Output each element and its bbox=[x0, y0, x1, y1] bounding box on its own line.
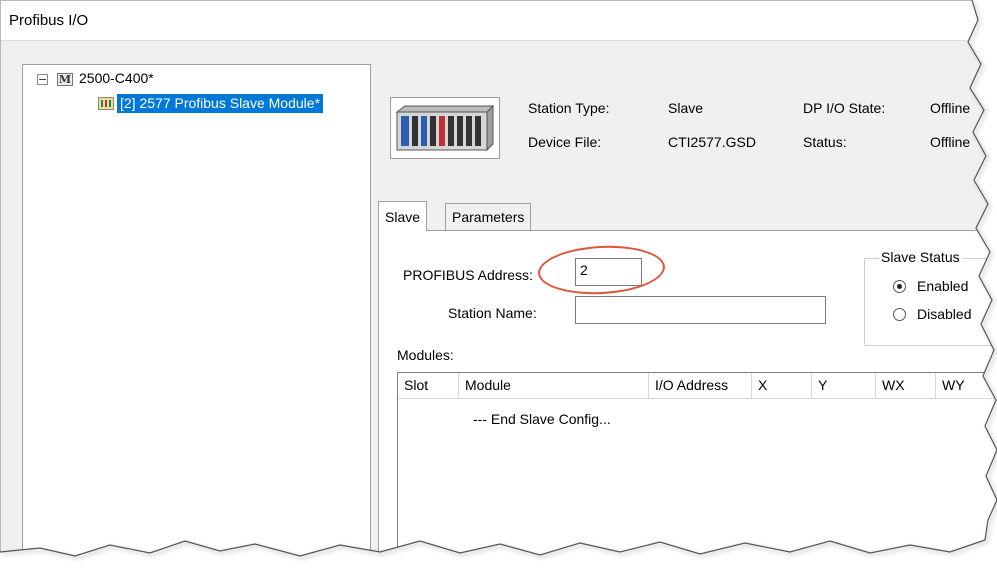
master-icon: M bbox=[57, 73, 73, 86]
window-title: Profibus I/O bbox=[9, 12, 89, 29]
column-module[interactable]: Module bbox=[459, 373, 649, 399]
device-file-label: Device File: bbox=[528, 134, 602, 150]
tree-node-slave-label: [2] 2577 Profibus Slave Module* bbox=[120, 95, 321, 111]
modules-label: Modules: bbox=[397, 347, 454, 363]
collapse-icon[interactable]: − bbox=[37, 74, 48, 85]
dp-io-state-value: Offline bbox=[930, 100, 971, 116]
dp-io-state-label: DP I/O State: bbox=[803, 100, 886, 116]
column-slot[interactable]: Slot bbox=[398, 373, 459, 399]
device-file-value: CTI2577.GSD bbox=[668, 134, 756, 150]
tab-slave[interactable]: Slave bbox=[378, 201, 428, 231]
station-type-value: Slave bbox=[668, 100, 704, 116]
disabled-radio-label[interactable]: Disabled bbox=[917, 306, 971, 322]
station-tree[interactable]: − M 2500-C400* [2] 2577 Profibus Slave M… bbox=[22, 64, 371, 577]
slave-module-icon bbox=[98, 97, 114, 110]
tab-parameters[interactable]: Parameters bbox=[445, 203, 532, 230]
title-bar: Profibus I/O bbox=[1, 1, 990, 41]
profibus-address-label: PROFIBUS Address: bbox=[403, 267, 533, 283]
slave-status-group bbox=[864, 258, 997, 346]
column-wy[interactable]: WY bbox=[936, 373, 997, 399]
column-io-address[interactable]: I/O Address bbox=[649, 373, 752, 399]
table-row[interactable]: --- End Slave Config... bbox=[473, 411, 611, 427]
station-name-field[interactable] bbox=[575, 296, 826, 324]
status-value: Offline bbox=[930, 134, 971, 150]
disabled-radio[interactable] bbox=[893, 308, 906, 321]
enabled-radio[interactable] bbox=[893, 280, 906, 293]
slave-status-title: Slave Status bbox=[879, 249, 962, 265]
enabled-radio-label[interactable]: Enabled bbox=[917, 278, 968, 294]
station-type-label: Station Type: bbox=[528, 100, 610, 116]
modules-table[interactable]: Slot Module I/O Address X Y WX WY --- En… bbox=[397, 372, 997, 577]
tree-node-master[interactable]: 2500-C400* bbox=[79, 70, 154, 90]
column-x[interactable]: X bbox=[752, 373, 812, 399]
column-wx[interactable]: WX bbox=[876, 373, 936, 399]
status-label: Status: bbox=[803, 134, 847, 150]
tree-node-master-label: 2500-C400* bbox=[79, 70, 154, 86]
device-image bbox=[390, 97, 500, 159]
column-y[interactable]: Y bbox=[812, 373, 876, 399]
tree-node-slave[interactable]: [2] 2577 Profibus Slave Module* bbox=[117, 94, 324, 113]
station-name-label: Station Name: bbox=[448, 305, 537, 321]
